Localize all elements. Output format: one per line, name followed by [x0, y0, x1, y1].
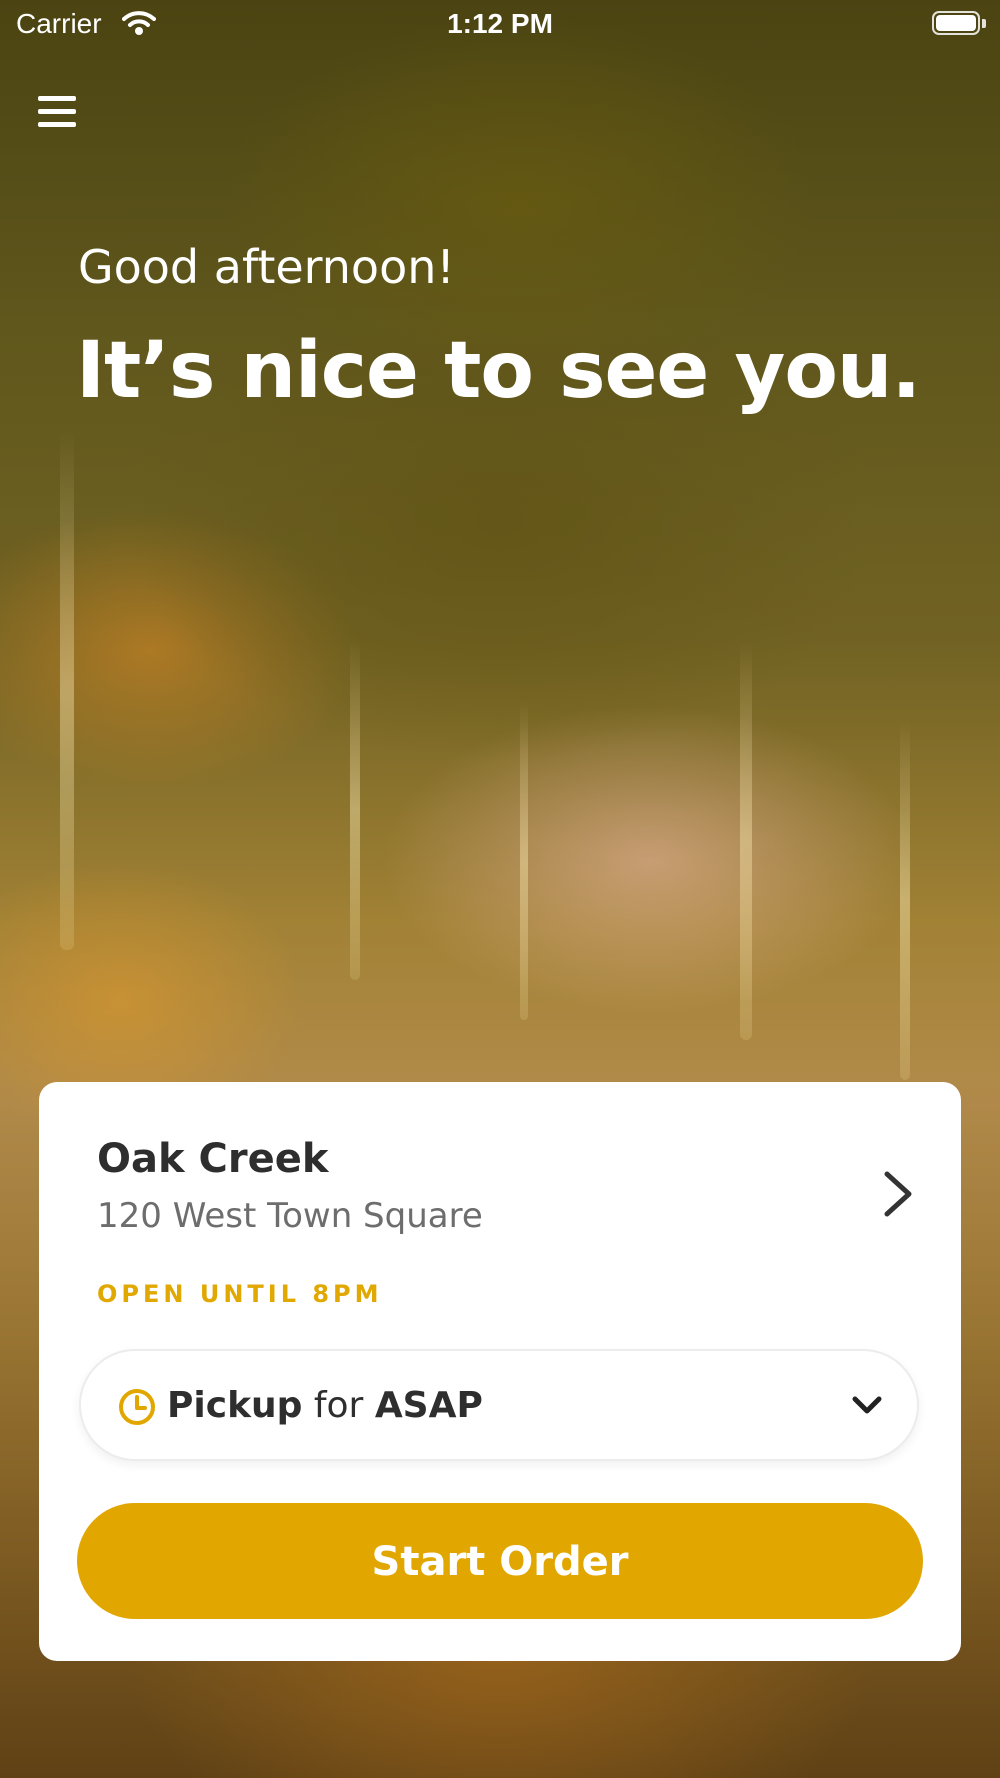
order-connector: for: [313, 1385, 364, 1426]
headline-text: It’s nice to see you.: [76, 326, 921, 416]
status-time: 1:12 PM: [447, 8, 553, 39]
order-mode-text: Pickup for ASAP: [167, 1385, 483, 1426]
clock-icon: [117, 1387, 157, 1432]
hamburger-menu-icon[interactable]: [36, 92, 80, 132]
store-address[interactable]: 120 West Town Square: [97, 1196, 483, 1236]
greeting-text: Good afternoon!: [78, 240, 455, 294]
status-bar: Carrier 1:12 PM: [0, 0, 1000, 50]
store-hours-label: OPEN UNTIL 8PM: [97, 1280, 383, 1308]
order-mode-selector[interactable]: Pickup for ASAP: [79, 1349, 919, 1461]
location-card: Oak Creek 120 West Town Square OPEN UNTI…: [39, 1082, 961, 1661]
order-time: ASAP: [374, 1385, 483, 1426]
order-method: Pickup: [167, 1385, 303, 1426]
chevron-down-icon: [851, 1393, 883, 1422]
store-name[interactable]: Oak Creek: [97, 1136, 328, 1182]
start-order-button[interactable]: Start Order: [77, 1503, 923, 1619]
battery-icon: [932, 11, 986, 37]
chevron-right-icon[interactable]: [865, 1164, 925, 1224]
home-screen: Carrier 1:12 PM Good afternoon! It’s nic…: [0, 0, 1000, 1778]
